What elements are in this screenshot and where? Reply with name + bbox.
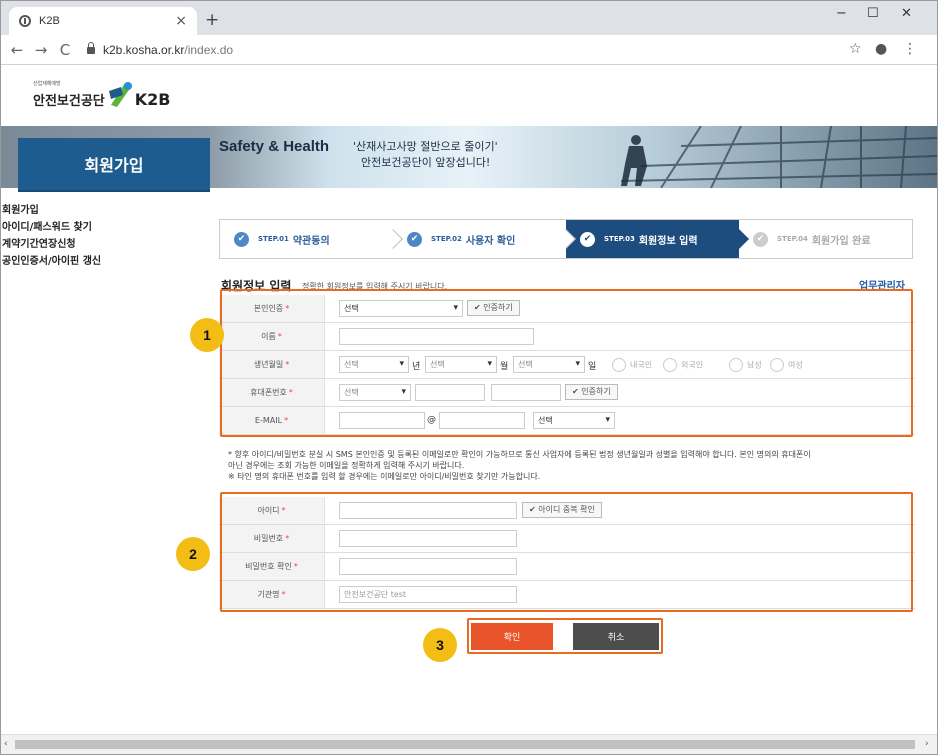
step-2: ✔ STEP.02 사용자 확인 — [393, 220, 576, 258]
logo-brand-text: K2B — [134, 90, 171, 109]
hero-title: Safety & Health — [219, 138, 330, 155]
site-logo[interactable]: 산업재해예방 안전보건공단 K2B — [33, 78, 171, 109]
reload-button[interactable]: C — [53, 41, 77, 59]
back-button[interactable]: ← — [5, 41, 29, 59]
menu-icon[interactable]: ⋮ — [903, 41, 917, 57]
highlight-box-2 — [220, 492, 913, 612]
step-4: ✔ STEP.04 회원가입 완료 — [739, 220, 912, 258]
page-content: 산업재해예방 안전보건공단 K2B Safety & Health '산재사고사… — [1, 66, 937, 734]
new-tab-button[interactable]: + — [205, 10, 219, 30]
logo-small-text: 산업재해예방 — [33, 81, 61, 87]
scaffold-worker-image — [620, 126, 937, 188]
account-icon[interactable]: ● — [875, 41, 887, 57]
browser-tab[interactable]: K2B × — [9, 7, 197, 35]
scroll-left-icon[interactable]: ‹ — [4, 739, 8, 749]
sidebar-item-signup[interactable]: 회원가입 — [1, 202, 211, 219]
step-label: 회원정보 입력 — [638, 235, 698, 247]
confirm-button[interactable]: 확인 — [471, 623, 553, 650]
tab-bar: K2B × + − ☐ ✕ — [1, 1, 937, 35]
browser-toolbar: ← → C k2b.kosha.or.kr/index.do — [1, 35, 937, 65]
step-label: 약관동의 — [292, 235, 330, 247]
scroll-right-icon[interactable]: › — [925, 739, 929, 749]
bookmark-star-icon[interactable]: ☆ — [849, 41, 862, 57]
highlight-box-1 — [220, 289, 913, 437]
step-number: STEP.03 — [604, 235, 635, 243]
step-label: 회원가입 완료 — [811, 235, 871, 247]
check-icon: ✔ — [580, 231, 595, 247]
sidebar-item-certificate-renewal[interactable]: 공인인증서/아이핀 갱신 — [1, 253, 211, 270]
sidebar-menu: 회원가입 아이디/패스워드 찾기 계약기간연장신청 공인인증서/아이핀 갱신 — [1, 202, 211, 270]
hero-message-line2: 안전보건공단이 앞장섭니다! — [361, 156, 491, 169]
tab-title: K2B — [39, 15, 60, 27]
address-bar[interactable]: k2b.kosha.or.kr/index.do — [83, 38, 883, 62]
signup-steps: ✔ STEP.01 약관동의 ✔ STEP.02 사용자 확인 ✔ STEP.0… — [219, 219, 913, 259]
maximize-button[interactable]: ☐ — [867, 6, 879, 21]
step-number: STEP.01 — [258, 235, 289, 243]
url-path: /index.do — [184, 42, 234, 57]
forward-button[interactable]: → — [29, 41, 53, 59]
horizontal-scrollbar[interactable]: ‹ › — [1, 734, 937, 754]
badge-1: 1 — [190, 318, 224, 352]
cancel-button[interactable]: 취소 — [573, 623, 659, 650]
k2b-logo-mark-icon — [108, 82, 132, 107]
hero-message-line1: '산재사고사망 절반으로 줄이기' — [353, 140, 498, 153]
notice-text: * 향후 아이디/비밀번호 분실 시 SMS 본인인증 및 등록된 이메일로만 … — [228, 450, 811, 481]
sidebar-item-contract-extension[interactable]: 계약기간연장신청 — [1, 236, 211, 253]
badge-2: 2 — [176, 537, 210, 571]
tab-close-icon[interactable]: × — [175, 13, 187, 29]
minimize-button[interactable]: − — [836, 6, 847, 21]
browser-window: K2B × + − ☐ ✕ ← → C k2b.kosha.or.kr/inde… — [0, 0, 938, 755]
url-host: k2b.kosha.or.kr — [103, 42, 185, 57]
step-label: 사용자 확인 — [465, 235, 516, 247]
check-icon: ✔ — [753, 231, 768, 247]
sidebar-title: 회원가입 — [18, 138, 210, 190]
step-1: ✔ STEP.01 약관동의 — [220, 220, 403, 258]
logo-korean-text: 안전보건공단 — [33, 94, 105, 109]
badge-3: 3 — [423, 628, 457, 662]
step-number: STEP.02 — [431, 235, 462, 243]
globe-icon — [19, 15, 31, 27]
step-number: STEP.04 — [777, 235, 808, 243]
sidebar-item-find-id-password[interactable]: 아이디/패스워드 찾기 — [1, 219, 211, 236]
check-icon: ✔ — [234, 231, 249, 247]
close-window-button[interactable]: ✕ — [901, 6, 912, 21]
check-icon: ✔ — [407, 231, 422, 247]
step-3: ✔ STEP.03 회원정보 입력 — [566, 220, 749, 258]
lock-icon — [87, 42, 95, 54]
scrollbar-thumb[interactable] — [15, 740, 915, 749]
